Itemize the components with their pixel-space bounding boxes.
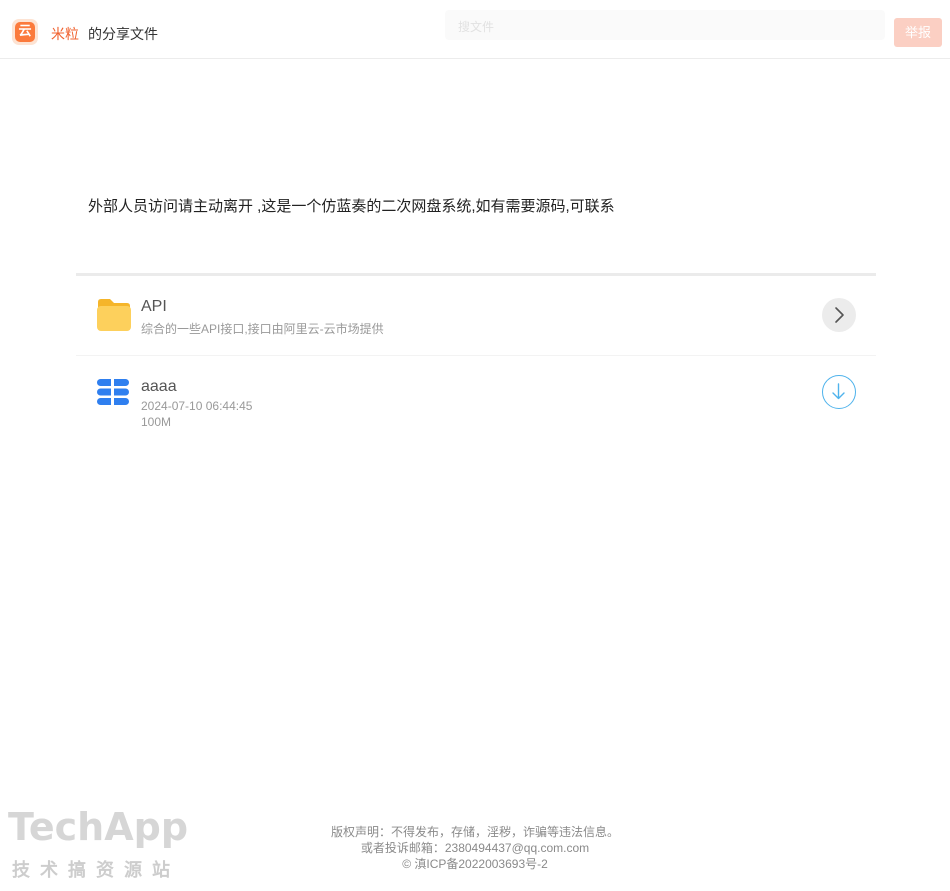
share-title: 的分享文件: [88, 26, 158, 42]
item-name[interactable]: aaaa: [141, 378, 177, 396]
download-button[interactable]: [822, 375, 856, 409]
watermark-logo: TechApp 技术搞资源站: [8, 805, 188, 881]
watermark-text: TechApp: [8, 805, 188, 849]
top-bar: 云 米粒 的分享文件 搜文件 举报: [0, 0, 950, 59]
list-item-folder[interactable]: API 综合的一些API接口,接口由阿里云-云市场提供: [76, 276, 876, 356]
report-button[interactable]: 举报: [894, 18, 942, 47]
download-icon: [832, 383, 845, 400]
file-list: API 综合的一些API接口,接口由阿里云-云市场提供 aaaa 2024-07…: [76, 273, 876, 442]
item-date: 2024-07-10 06:44:45: [141, 399, 253, 413]
item-size: 100M: [141, 415, 172, 429]
owner-name[interactable]: 米粒: [51, 24, 79, 44]
list-item-file[interactable]: aaaa 2024-07-10 06:44:45 100M: [76, 356, 876, 442]
search-placeholder: 搜文件: [458, 20, 495, 34]
folder-icon: [97, 299, 131, 331]
search-input[interactable]: 搜文件: [445, 10, 885, 40]
app-logo[interactable]: 云: [12, 19, 38, 45]
cloud-logo-icon: 云: [15, 22, 35, 42]
item-name[interactable]: API: [141, 298, 167, 316]
item-description: 综合的一些API接口,接口由阿里云-云市场提供: [141, 322, 384, 336]
notice-text: 外部人员访问请主动离开 ,这是一个仿蓝奏的二次网盘系统,如有需要源码,可联系: [88, 198, 615, 215]
file-stack-icon: [97, 378, 129, 406]
watermark-subtitle: 技术搞资源站: [12, 859, 180, 881]
open-folder-button[interactable]: [822, 298, 856, 332]
chevron-right-icon: [835, 307, 844, 323]
